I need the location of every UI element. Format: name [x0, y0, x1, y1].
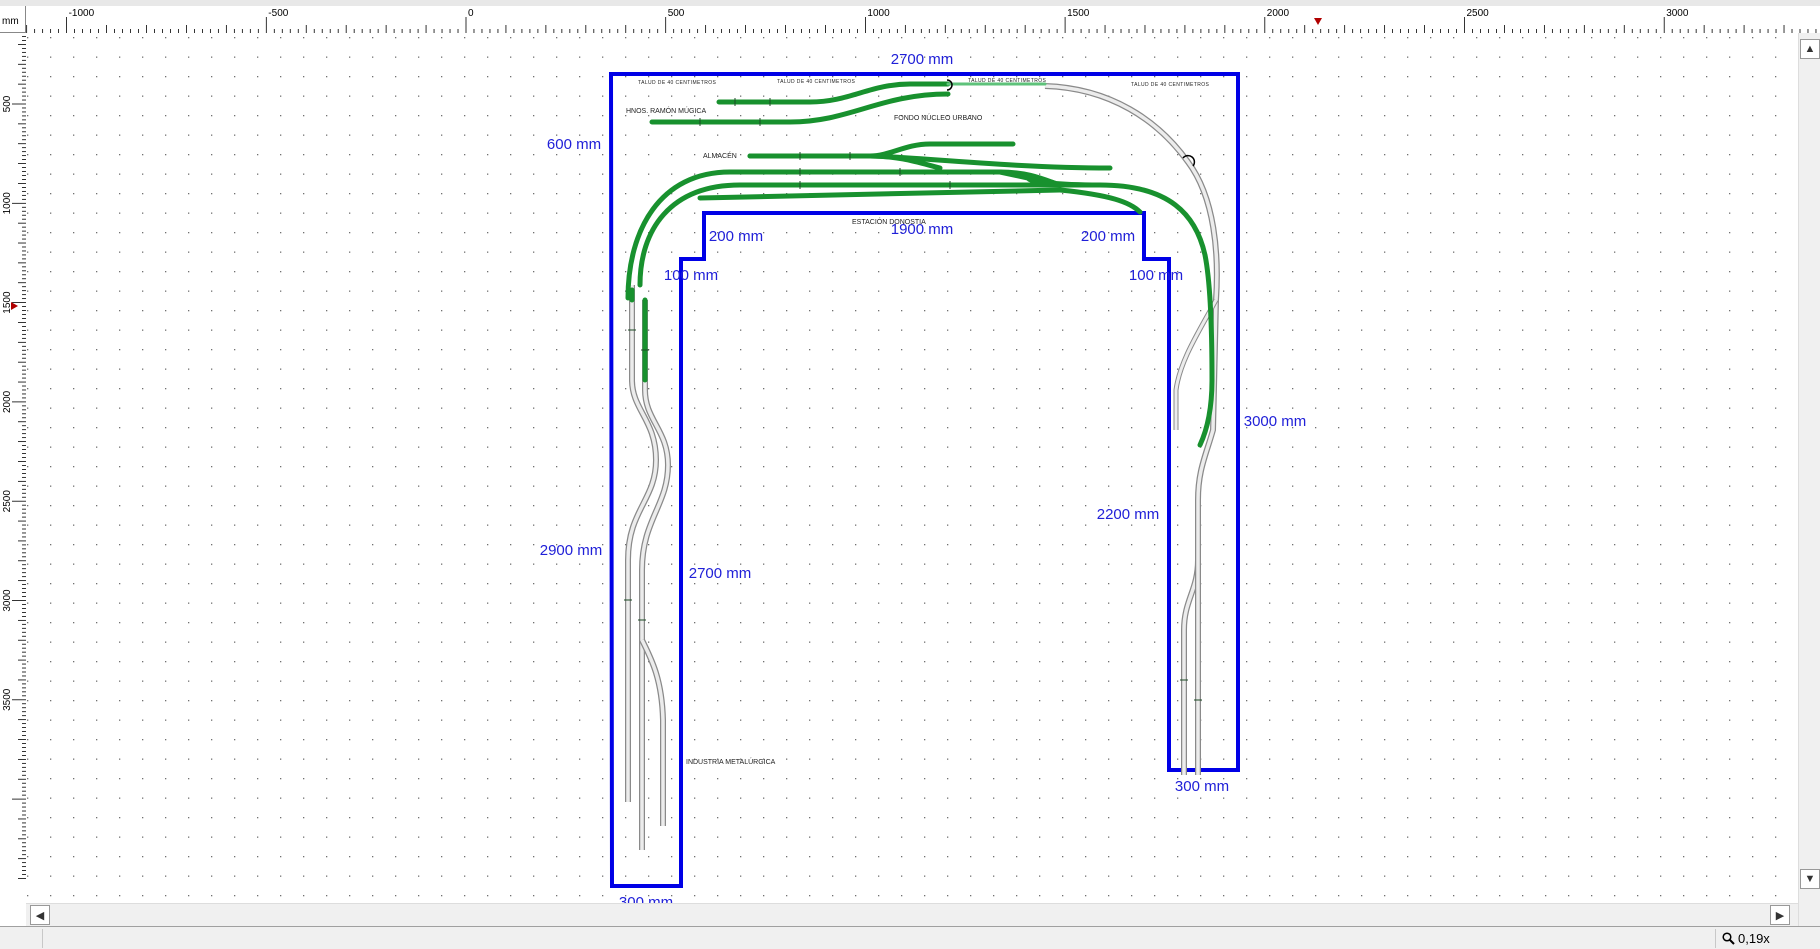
dimension-right-outer[interactable]: 3000 mm [1244, 413, 1307, 430]
dimension-left-depth[interactable]: 600 mm [547, 136, 601, 153]
dimension-right-step[interactable]: 100 mm [1129, 267, 1183, 284]
horizontal-scrollbar[interactable]: ◀ ▶ [26, 903, 1798, 927]
ruler-y-label: 1000 [2, 192, 13, 215]
talud-label-2: TALUD DE 40 CENTIMETROS [777, 79, 856, 85]
dimension-right-bottom[interactable]: 300 mm [1175, 778, 1229, 795]
ruler-marker-icon [11, 302, 18, 310]
almacen-label: ALMACÉN [703, 151, 737, 160]
status-separator [42, 929, 43, 948]
vertical-ruler-graphic: 500100015002000250030003500 [2, 36, 26, 879]
dimension-inner-top[interactable]: 1900 mm [891, 221, 954, 238]
dimension-left-step[interactable]: 100 mm [664, 267, 718, 284]
dot-grid [26, 33, 1798, 926]
zoom-indicator[interactable]: 0,19x [1722, 931, 1770, 946]
dimension-left-inner[interactable]: 2700 mm [689, 565, 752, 582]
industria-label: INDUSTRIA METALÚRGICA [686, 757, 776, 766]
vertical-ruler: 500 1000 1500 2000 2500 3000 3500 [0, 33, 27, 926]
ruler-x-label: 1000 [867, 8, 890, 19]
arrow-down-icon[interactable]: ▼ [1800, 869, 1820, 889]
ruler-x-label: 2000 [1267, 8, 1290, 19]
ruler-x-label: 3000 [1666, 8, 1689, 19]
vertical-scrollbar[interactable]: ▲ ▼ [1798, 33, 1820, 926]
dimension-inner-right-offset[interactable]: 200 mm [1081, 228, 1135, 245]
talud-label-4: TALUD DE 40 CENTIMETROS [1131, 82, 1210, 88]
horizontal-ruler: -2000-1500-1000-500050010001500200025003… [26, 6, 1820, 34]
hermanos-label: HNOS. RAMÓN MÚGICA [626, 106, 706, 115]
ruler-y-label: 2500 [2, 490, 13, 513]
dimension-right-inner[interactable]: 2200 mm [1097, 506, 1160, 523]
status-separator [1715, 929, 1716, 948]
ruler-y-label: 2000 [2, 390, 13, 413]
ruler-x-label: 2500 [1467, 8, 1490, 19]
magnifier-icon [1722, 932, 1735, 945]
ruler-x-label: 1500 [1067, 8, 1090, 19]
ruler-marker-icon [1314, 18, 1322, 25]
horizontal-ruler-graphic: -2000-1500-1000-500050010001500200025003… [26, 8, 1817, 33]
arrow-up-icon[interactable]: ▲ [1800, 39, 1820, 59]
layout-canvas[interactable]: TALUD DE 40 CENTIMETROS TALUD DE 40 CENT… [26, 33, 1798, 926]
dimension-top-width[interactable]: 2700 mm [891, 51, 954, 68]
ruler-y-label: 3000 [2, 589, 13, 612]
talud-label-3: TALUD DE 40 CENTIMETROS [968, 78, 1047, 84]
ruler-x-label: -1000 [69, 8, 95, 19]
arrow-right-icon[interactable]: ▶ [1770, 905, 1790, 925]
ruler-y-label: 500 [2, 95, 13, 112]
ruler-x-label: 500 [668, 8, 685, 19]
ruler-y-label: 3500 [2, 688, 13, 711]
fondo-label: FONDO NÚCLEO URBANO [894, 113, 983, 122]
zoom-level: 0,19x [1738, 931, 1770, 946]
layout-drawing[interactable]: TALUD DE 40 CENTIMETROS TALUD DE 40 CENT… [26, 33, 1798, 926]
ruler-x-label: -500 [268, 8, 288, 19]
ruler-x-label: 0 [468, 8, 474, 19]
dimension-inner-left-offset[interactable]: 200 mm [709, 228, 763, 245]
arrow-left-icon[interactable]: ◀ [30, 905, 50, 925]
talud-label-1: TALUD DE 40 CENTIMETROS [638, 80, 717, 86]
status-bar: 0,19x [0, 926, 1820, 949]
dimension-left-outer[interactable]: 2900 mm [540, 542, 603, 559]
ruler-unit-label: mm [0, 6, 26, 33]
